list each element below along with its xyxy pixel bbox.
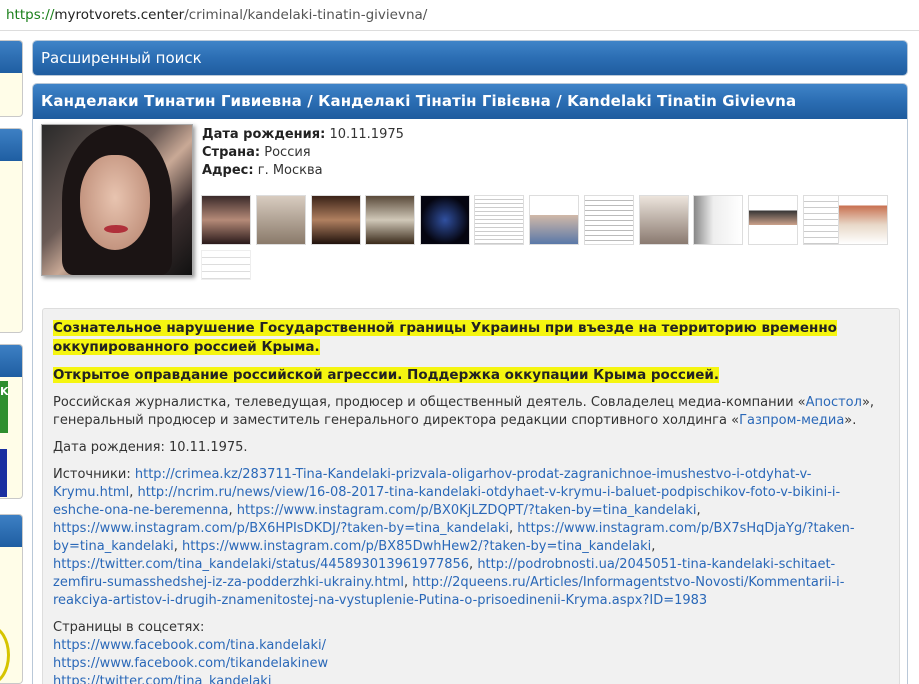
thumbnail[interactable] — [201, 195, 251, 245]
address-row: Адрес: г. Москва — [202, 162, 404, 180]
profile-title: Канделаки Тинатин Гивиевна / Канделакі Т… — [33, 84, 907, 119]
url-path: /criminal/kandelaki-tinatin-givievna/ — [184, 7, 428, 23]
left-sidebar: K — [0, 40, 23, 684]
sources-label: Источники: — [53, 467, 131, 482]
profile-photo[interactable] — [41, 124, 193, 276]
violation-text: Сознательное нарушение Государственной г… — [53, 320, 837, 355]
social-section: Страницы в соцсетях: https://www.faceboo… — [53, 619, 889, 684]
thumbnail[interactable] — [748, 195, 798, 245]
thumbnail[interactable] — [838, 195, 888, 245]
bio-paragraph: Российская журналистка, телеведущая, про… — [53, 394, 889, 430]
left-widget-header — [0, 129, 22, 161]
address-bar[interactable]: https://myrotvorets.center/criminal/kand… — [0, 0, 919, 31]
banner-letter: K — [0, 385, 9, 398]
profile-facts: Дата рождения: 10.11.1975 Страна: Россия… — [202, 126, 404, 180]
thumbnail[interactable] — [365, 195, 415, 245]
aggression-text: Открытое оправдание российской агрессии.… — [53, 367, 720, 383]
birth-label: Дата рождения: — [202, 127, 326, 142]
thumbnail[interactable] — [474, 195, 524, 245]
emblem-ring — [0, 625, 10, 683]
advanced-search-header[interactable]: Расширенный поиск — [33, 41, 907, 75]
address-value: г. Москва — [257, 163, 323, 178]
url-scheme: https:// — [6, 7, 55, 23]
source-link[interactable]: https://www.instagram.com/p/BX6HPIsDKDJ/… — [53, 521, 509, 536]
bio-text-1: Российская журналистка, телеведущая, про… — [53, 395, 806, 410]
advanced-search-panel[interactable]: Расширенный поиск — [32, 40, 908, 76]
facebook-link[interactable]: https://www.facebook.com/tikandelakinew — [53, 655, 889, 673]
thumbnail[interactable] — [256, 195, 306, 245]
thumbnail[interactable] — [639, 195, 689, 245]
birth-date-line: Дата рождения: 10.11.1975. — [53, 440, 248, 455]
thumbnail[interactable] — [201, 250, 251, 280]
country-row: Страна: Россия — [202, 144, 404, 162]
thumbnail[interactable] — [420, 195, 470, 245]
left-widget-1 — [0, 40, 23, 117]
social-label: Страницы в соцсетях: — [53, 620, 205, 635]
url-text[interactable]: https://myrotvorets.center/criminal/kand… — [6, 7, 427, 23]
thumbnail[interactable] — [693, 195, 743, 245]
source-link[interactable]: https://www.instagram.com/p/BX85DwhHew2/… — [182, 539, 651, 554]
thumbnail[interactable] — [584, 195, 634, 245]
photo-lips — [104, 225, 128, 233]
blue-banner[interactable] — [0, 449, 7, 497]
left-widget-header — [0, 41, 22, 73]
twitter-link[interactable]: https://twitter.com/tina_kandelaki — [53, 673, 889, 684]
left-widget-3[interactable]: K — [0, 344, 23, 499]
thumbnail[interactable] — [529, 195, 579, 245]
gazprom-media-link[interactable]: Газпром-медиа — [739, 413, 844, 428]
source-link[interactable]: https://www.instagram.com/p/BX0KjLZDQPT/… — [237, 503, 697, 518]
bio-text-3: ». — [844, 413, 857, 428]
birth-row: Дата рождения: 10.11.1975 — [202, 126, 404, 144]
source-link[interactable]: https://twitter.com/tina_kandelaki/statu… — [53, 557, 469, 572]
profile-description: Сознательное нарушение Государственной г… — [42, 308, 900, 684]
apostol-link[interactable]: Апостол — [806, 395, 862, 410]
left-widget-header — [0, 345, 22, 377]
photo-face — [80, 155, 150, 250]
address-label: Адрес: — [202, 163, 254, 178]
sources-paragraph: Источники: http://crimea.kz/283711-Tina-… — [53, 467, 855, 608]
profile-panel: Канделаки Тинатин Гивиевна / Канделакі Т… — [32, 83, 908, 684]
url-host: myrotvorets.center — [54, 7, 185, 23]
thumbnail[interactable] — [311, 195, 361, 245]
left-widget-2 — [0, 128, 23, 333]
birth-value: 10.11.1975 — [329, 127, 404, 142]
country-label: Страна: — [202, 145, 261, 160]
country-value: Россия — [264, 145, 311, 160]
left-widget-header — [0, 515, 22, 547]
left-widget-4 — [0, 514, 23, 684]
facebook-link[interactable]: https://www.facebook.com/tina.kandelaki/ — [53, 637, 889, 655]
